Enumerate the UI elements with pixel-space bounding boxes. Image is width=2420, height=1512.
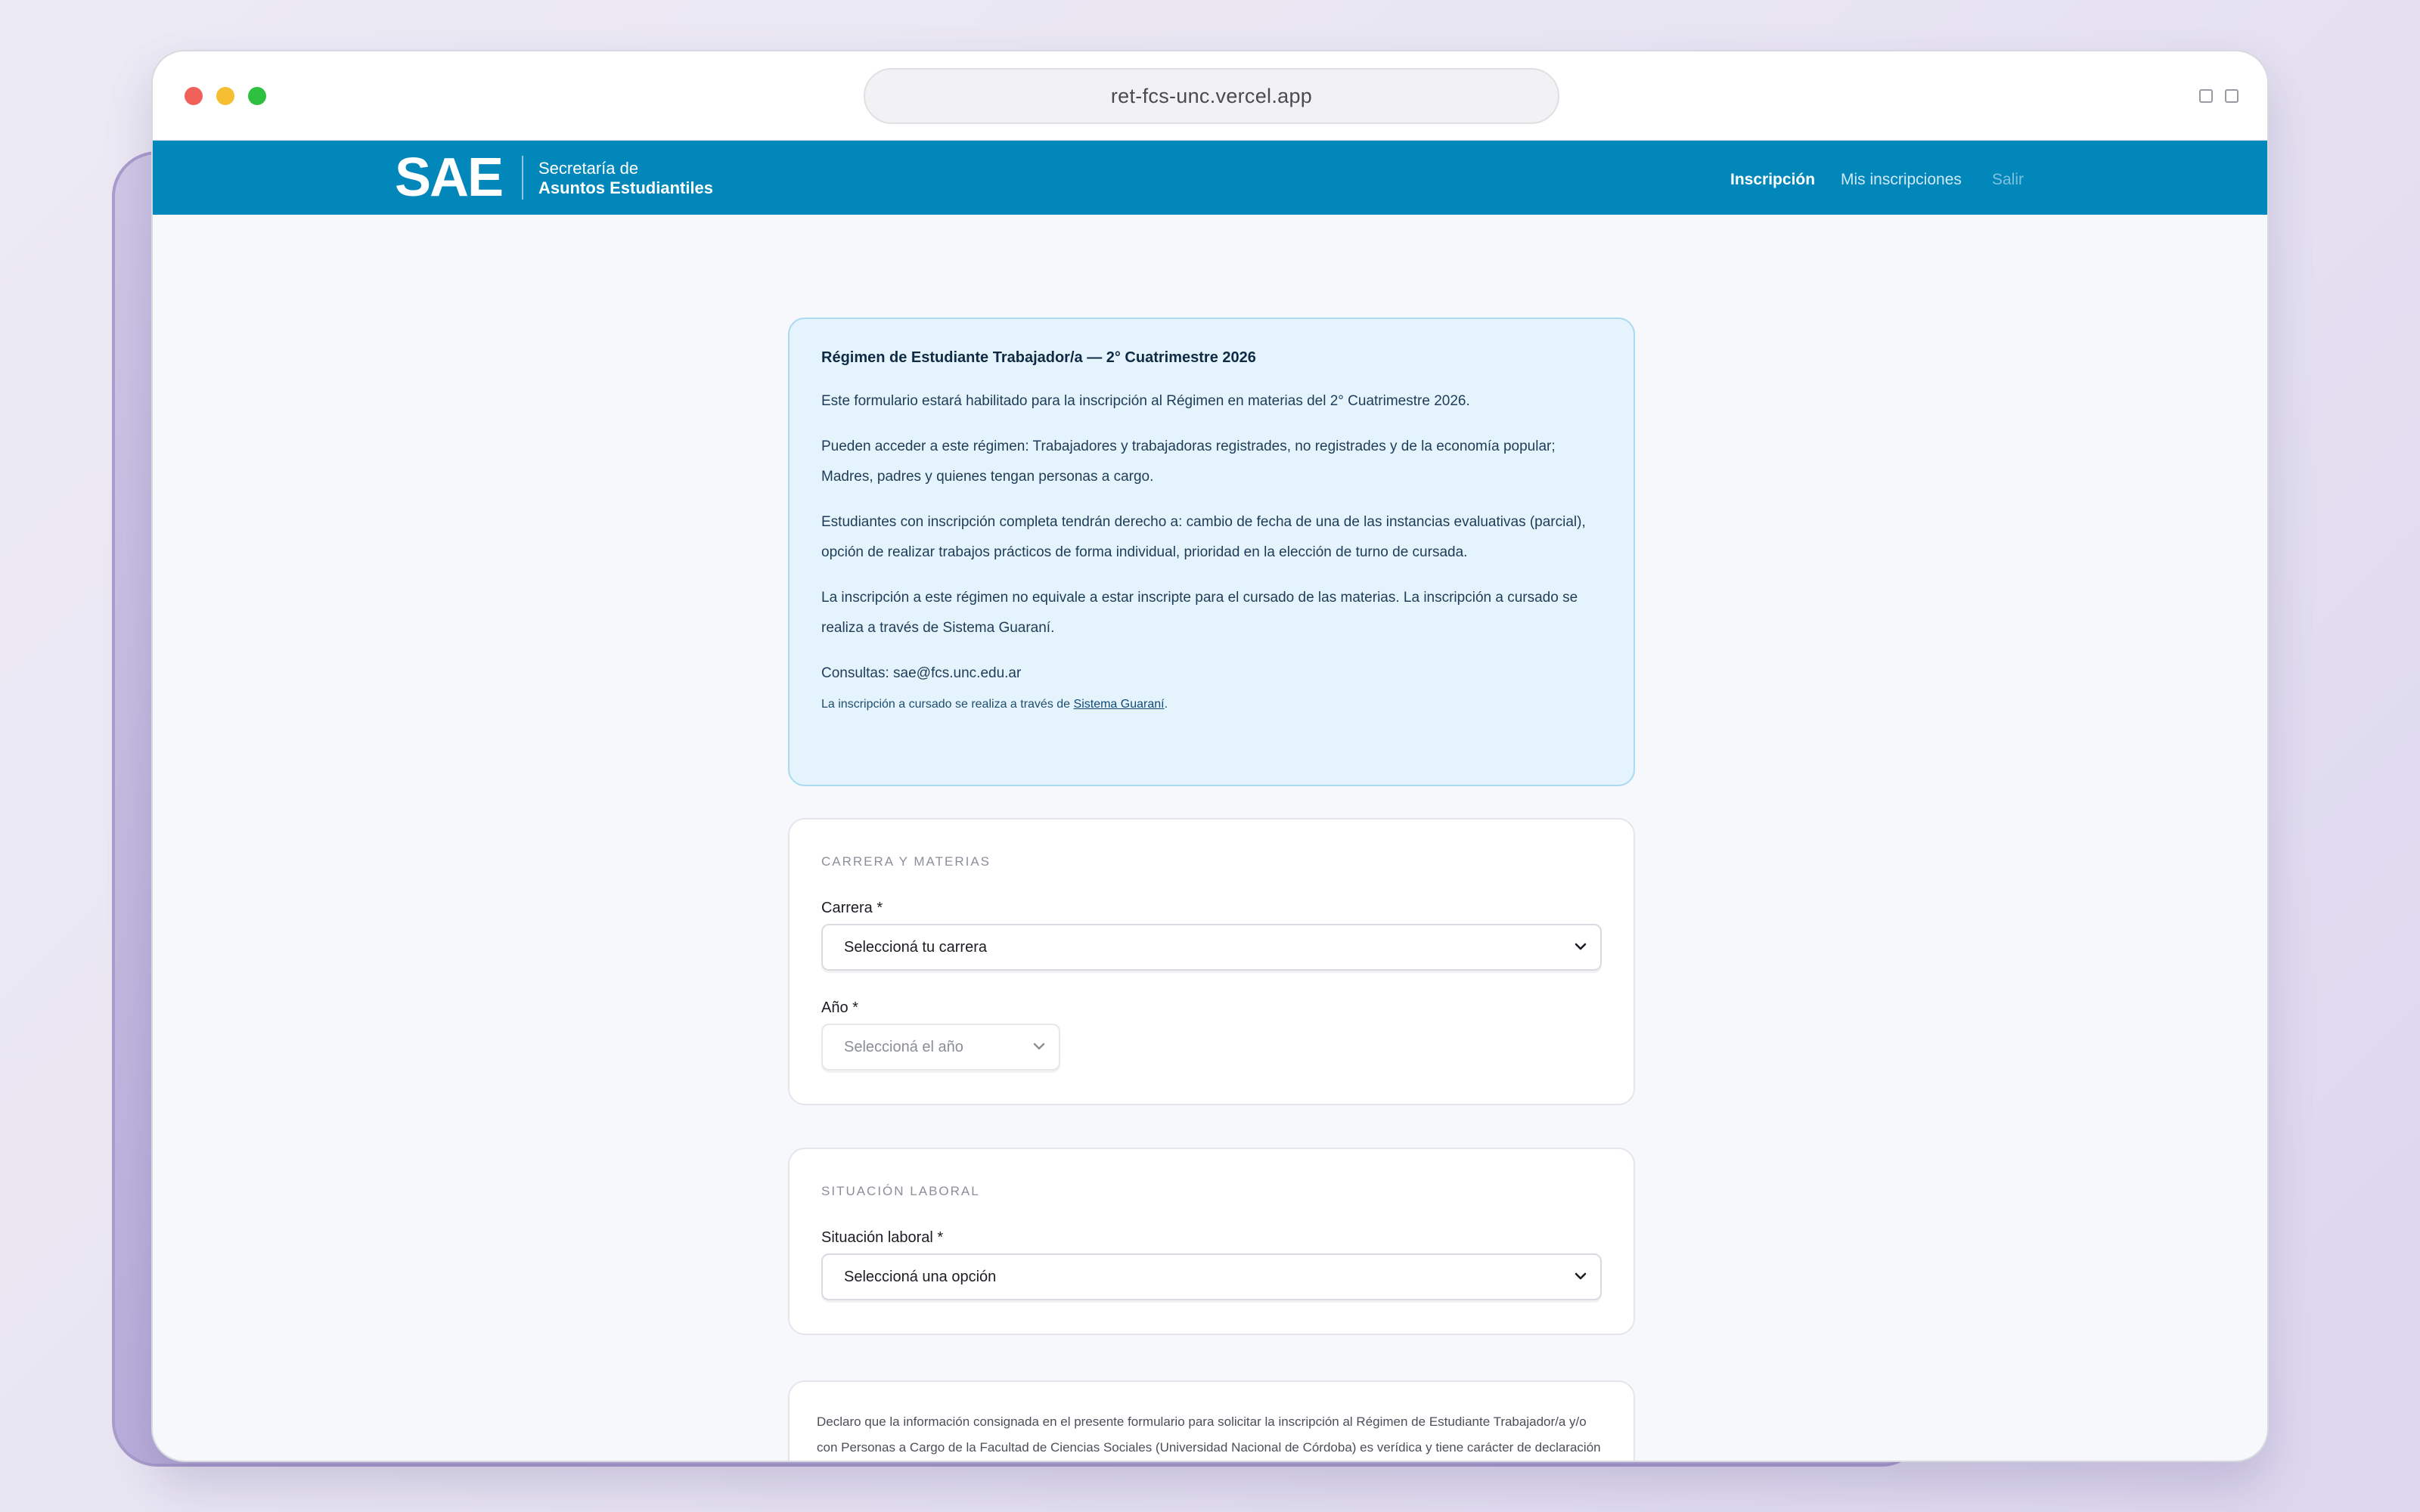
info-contact: Consultas: sae@fcs.unc.edu.ar bbox=[821, 665, 1022, 681]
info-footnote: La inscripción a cursado se realiza a tr… bbox=[821, 698, 1602, 711]
chevron-down-icon bbox=[1575, 1272, 1587, 1280]
anio-label: Año * bbox=[821, 999, 858, 1016]
maximize-window-button[interactable] bbox=[248, 87, 266, 105]
browser-titlebar: ret-fcs-unc.vercel.app bbox=[153, 51, 2267, 141]
situacion-laboral-card: SITUACIÓN LABORAL Situación laboral * Se… bbox=[788, 1148, 1635, 1335]
sistema-guarani-link[interactable]: Sistema Guaraní bbox=[1074, 698, 1165, 711]
close-window-button[interactable] bbox=[185, 87, 203, 105]
info-paragraph: La inscripción a este régimen no equival… bbox=[821, 590, 1578, 636]
situacion-laboral-label: Situación laboral * bbox=[821, 1229, 944, 1246]
situacion-laboral-select[interactable]: Seleccioná una opción bbox=[821, 1253, 1602, 1300]
carrera-materias-card: CARRERA Y MATERIAS Carrera * Seleccioná … bbox=[788, 818, 1635, 1105]
info-title: Régimen de Estudiante Trabajador/a — 2° … bbox=[821, 349, 1256, 366]
url-text: ret-fcs-unc.vercel.app bbox=[1110, 84, 1313, 107]
logo-subtitle-line1: Secretaría de bbox=[538, 159, 639, 178]
site-navbar: SAE Secretaría de Asuntos Estudiantiles … bbox=[153, 141, 2267, 215]
window-control-icon[interactable] bbox=[2225, 89, 2238, 103]
info-panel: Régimen de Estudiante Trabajador/a — 2° … bbox=[788, 318, 1635, 786]
section-title: SITUACIÓN LABORAL bbox=[821, 1184, 980, 1198]
browser-window: ret-fcs-unc.vercel.app SAE Secretaría de… bbox=[151, 50, 2269, 1462]
situacion-laboral-select-value: Seleccioná una opción bbox=[844, 1268, 997, 1285]
chevron-down-icon bbox=[1033, 1043, 1045, 1050]
logo-subtitle-line2: Asuntos Estudiantiles bbox=[538, 178, 714, 197]
section-title: CARRERA Y MATERIAS bbox=[821, 854, 991, 869]
footnote-text: La inscripción a cursado se realiza a tr… bbox=[821, 698, 1074, 711]
declaration-text: Declaro que la información consignada en… bbox=[817, 1414, 1601, 1455]
logo-divider bbox=[522, 156, 523, 200]
info-paragraph: Pueden acceder a este régimen: Trabajado… bbox=[821, 438, 1556, 485]
info-paragraph: Estudiantes con inscripción completa ten… bbox=[821, 514, 1586, 560]
info-paragraph: Este formulario estará habilitado para l… bbox=[821, 393, 1470, 409]
footnote-suffix: . bbox=[1164, 698, 1168, 711]
anio-select[interactable]: Seleccioná el año bbox=[821, 1024, 1060, 1070]
nav-inscripcion[interactable]: Inscripción bbox=[1730, 171, 1815, 189]
nav-salir[interactable]: Salir bbox=[1992, 171, 2024, 189]
minimize-window-button[interactable] bbox=[216, 87, 234, 105]
sae-logo[interactable]: SAE bbox=[395, 150, 504, 206]
address-bar[interactable]: ret-fcs-unc.vercel.app bbox=[864, 68, 1559, 124]
carrera-label: Carrera * bbox=[821, 900, 883, 916]
nav-mis-inscripciones[interactable]: Mis inscripciones bbox=[1841, 171, 1962, 189]
carrera-select-value: Seleccioná tu carrera bbox=[844, 938, 987, 956]
page-content: Régimen de Estudiante Trabajador/a — 2° … bbox=[153, 215, 2267, 1461]
chevron-down-icon bbox=[1575, 943, 1587, 950]
anio-select-value: Seleccioná el año bbox=[844, 1038, 963, 1055]
declaration-card: Declaro que la información consignada en… bbox=[788, 1380, 1635, 1461]
carrera-select[interactable]: Seleccioná tu carrera bbox=[821, 924, 1602, 971]
window-control-icon[interactable] bbox=[2199, 89, 2213, 103]
